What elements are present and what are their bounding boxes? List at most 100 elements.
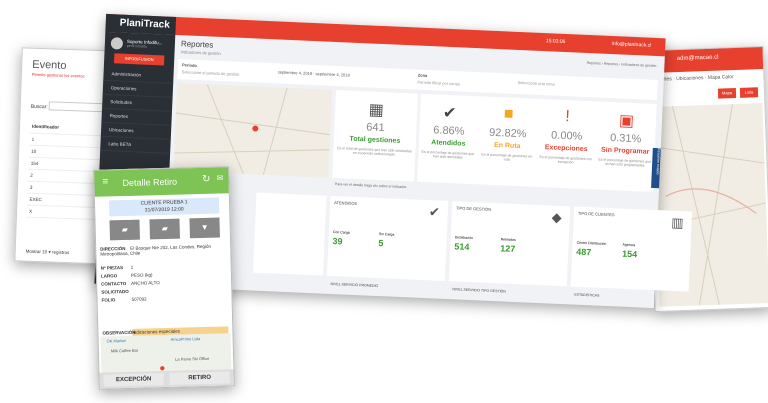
kpi-pct: 6.86% — [433, 124, 465, 138]
section-title: NIVEL SERVICIO PROMEDIO — [330, 281, 379, 289]
mini-label: Agencia — [622, 242, 636, 248]
zona-label: Zona — [417, 72, 428, 78]
truck-icon: ■ — [503, 105, 514, 123]
kpi-atendidos[interactable]: ✔ 6.86% Atendidos Es el porcentaje de ge… — [417, 94, 480, 184]
page-size-select[interactable]: 10 — [42, 249, 47, 254]
mini-title: TIPO DE GESTIÓN — [455, 205, 492, 212]
kpi-desc: Es el porcentaje de gestiones que han si… — [421, 149, 475, 160]
kpi-pct: 0.31% — [609, 132, 642, 146]
total-desc: Es el total de gestiones que han sido so… — [337, 146, 412, 157]
row-key: Nº PIEZAS — [100, 265, 124, 271]
sidebar-user[interactable]: Soporte Infodifu... perfil infodifu — [105, 32, 176, 52]
row-value: 1 — [130, 264, 134, 270]
exclamation-icon: ! — [565, 108, 571, 126]
page-subtitle: Indicadores de gestión — [180, 49, 221, 56]
building-icon: ▥ — [670, 214, 684, 231]
section-title: ESTADÍSTICAS — [574, 292, 600, 298]
boxes-icon: ▦ — [368, 101, 385, 120]
page-size[interactable]: Mostrar 10 ▾ registros — [26, 249, 70, 257]
mini-value: 154 — [621, 248, 638, 260]
kpi-label: Sin Programar — [600, 146, 650, 156]
mini-value: 5 — [378, 238, 384, 249]
row-key: FOLIO — [101, 297, 116, 303]
row-value: ANCHO ALTO — [131, 280, 160, 286]
kpi-desc: Es el porcentaje de gestiones con excepc… — [539, 154, 593, 165]
avatar — [110, 37, 124, 50]
registros-label: registros — [51, 249, 70, 256]
sidebar-item-labo[interactable]: Labo BETA — [100, 136, 171, 154]
refresh-icon[interactable]: ↻ — [202, 174, 211, 185]
truck-button[interactable]: ▰ — [109, 219, 140, 241]
map-button[interactable]: Mapa — [717, 88, 737, 99]
mostrar-label: Mostrar — [25, 248, 42, 255]
mobile-detail-window: ≡ Detalle Retiro ↻ ✉ CLIENTE PRUEBA 1 31… — [93, 166, 235, 390]
mini-tipo-clientes[interactable]: TIPO DE CLIENTES ▥ 487 154 Centro Distri… — [570, 206, 693, 292]
evento-subtitle: Permite gestionar los eventos — [31, 71, 85, 79]
mini-tipo-gestion[interactable]: TIPO DE GESTIÓN ◆ 514 127 Distribución R… — [448, 201, 571, 287]
map-label: La Parve Ski Office — [175, 355, 210, 362]
mini-atendidos[interactable]: ATENDIDOS ✔ 39 5 Con Carga Sin Carga — [326, 195, 449, 281]
detail-row: FOLIO 507092 — [101, 296, 146, 302]
detail-row: LARGO PESO (kg) — [101, 272, 153, 278]
mini-value: 39 — [332, 236, 343, 247]
truck-check-button[interactable]: ▰ — [149, 218, 180, 240]
mini-label: Con Carga — [332, 230, 350, 235]
calendar-icon: ▣ — [618, 112, 635, 131]
mini-value: 127 — [500, 243, 516, 254]
kpi-total[interactable]: ▦ 641 Total gestiones Es el total de ges… — [332, 90, 418, 182]
row-value: PESO (kg) — [130, 272, 153, 278]
detail-row: CONTACTO ANCHO ALTO — [101, 280, 160, 287]
kpi-desc: Es el porcentaje de gestiones en ruta — [481, 152, 533, 162]
mini-label: Distribución — [454, 235, 474, 241]
kpi-excepciones[interactable]: ! 0.00% Excepciones Es el porcentaje de … — [535, 99, 598, 189]
kpi-label: Atendidos — [431, 139, 466, 148]
mini-title: TIPO DE CLIENTES — [577, 210, 615, 218]
client-date: 31/07/2019 12:00 — [144, 206, 184, 214]
map-label: AmcaPrime Ltda — [170, 336, 201, 342]
mobile-footer: EXCEPCIÓN RETIRO — [99, 369, 234, 389]
mini-label: Sin Carga — [378, 232, 395, 237]
search-input[interactable] — [48, 101, 109, 113]
kpi-label: Excepciones — [544, 144, 588, 154]
detail-row: Nº PIEZAS 1 — [101, 265, 134, 271]
detail-row: DIRECCIÓN El Bosque Nte 202, Las Condes, … — [100, 243, 228, 257]
periodo-label: Periodo — [181, 62, 197, 68]
map-label: OK Market — [106, 338, 126, 344]
mini-label: Retirados — [500, 237, 516, 242]
mobile-header: ≡ Detalle Retiro ↻ ✉ — [94, 167, 229, 197]
page-title: Reportes — [180, 39, 214, 50]
level-list — [253, 192, 327, 276]
kpi-pct: 0.00% — [550, 129, 583, 143]
row-key: CONTACTO — [101, 280, 127, 287]
total-label: Total gestiones — [349, 135, 401, 145]
mobile-title: Detalle Retiro — [122, 176, 178, 189]
kpi-group: ✔ 6.86% Atendidos Es el porcentaje de ge… — [417, 93, 657, 192]
periodo-sub: Seleccione el periodo de gestión — [181, 69, 240, 77]
kpi-pct: 92.82% — [488, 126, 527, 141]
search-label: Buscar: — [30, 103, 48, 111]
periodo-input[interactable]: septiembre 4, 2019 - septiembre 4, 2019 — [278, 69, 350, 77]
menu-icon[interactable]: ≡ — [102, 176, 108, 187]
check-icon: ✔ — [428, 204, 441, 220]
kpi-sin-programar[interactable]: ▣ 0.31% Sin Programar Es el porcentaje d… — [594, 101, 657, 191]
row-value: 507092 — [131, 296, 147, 302]
client-box: CLIENTE PRUEBA 1 31/07/2019 12:00 — [108, 197, 220, 217]
kpi-en-ruta[interactable]: ■ 92.82% En Ruta Es el porcentaje de ges… — [476, 96, 539, 186]
exception-button[interactable]: EXCEPCIÓN — [103, 373, 164, 387]
breadcrumb[interactable]: Reportes › Reportes › Indicadores de ges… — [587, 61, 657, 68]
chat-icon[interactable]: ✉ — [217, 173, 224, 182]
mini-value: 487 — [576, 246, 592, 258]
zona-select[interactable]: Seleccione una zona — [517, 80, 554, 87]
row-key: OBSERVACIÓN — [102, 329, 136, 336]
mini-value: 514 — [454, 241, 470, 252]
zona-sub: Permite filtrar por zonas — [417, 79, 461, 87]
location-map[interactable] — [173, 83, 333, 178]
section-title: NIVEL SERVICIO TIPO GESTIÓN — [452, 287, 506, 294]
download-button[interactable]: ▼ — [189, 217, 220, 239]
row-key: SOLICITADO — [101, 288, 129, 295]
list-button[interactable]: Lista — [739, 87, 759, 98]
map-label: Milk Coffee Bar — [110, 347, 139, 354]
retiro-button[interactable]: RETIRO — [169, 371, 230, 385]
evento-title: Evento — [32, 58, 67, 72]
kpi-label: En Ruta — [493, 141, 521, 151]
